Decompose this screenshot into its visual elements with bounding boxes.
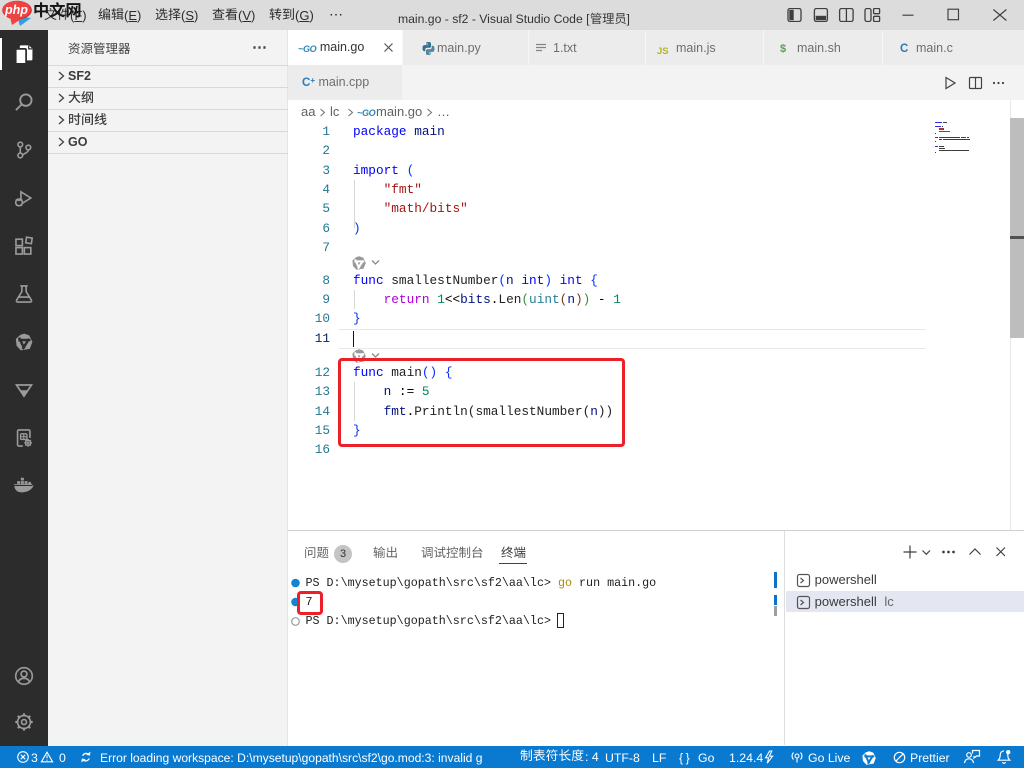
svg-text:php: php: [4, 3, 28, 17]
